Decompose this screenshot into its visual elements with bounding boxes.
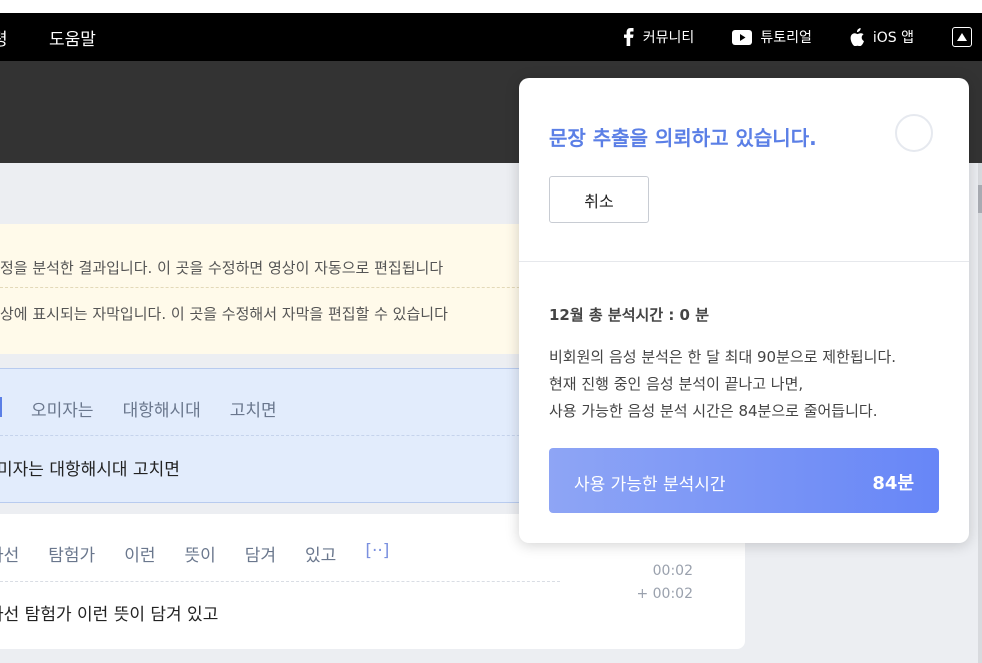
word-token[interactable]: 대항해시대 [123,396,201,421]
notice-subtitle-text: 상에 표시되는 자막입니다. 이 곳을 수정해서 자막을 편집할 수 있습니다 [0,305,448,323]
apple-icon [850,28,864,46]
nav-ios-link[interactable]: iOS 앱 [850,27,914,47]
word-token[interactable]: 있고 [305,541,336,566]
nav-community-link[interactable]: 커뮤니티 [623,27,695,47]
cancel-button[interactable]: 취소 [549,176,649,223]
cursor-marker [0,397,2,417]
youtube-icon [732,29,753,45]
nav-community-label: 커뮤니티 [642,30,695,46]
word-token[interactable]: 고치면 [230,396,277,421]
info-line: 사용 가능한 음성 분석 시간은 84분으로 줄어듭니다. [549,402,878,420]
nav-right-group: 커뮤니티 튜토리얼 iOS 앱 [623,13,982,61]
available-time-bar: 사용 가능한 분석시간 84분 [549,448,939,513]
notice-divider [0,287,560,288]
popup-divider [519,261,969,262]
subtitle-text[interactable]: 사선 탐험가 이런 뜻이 담겨 있고 [0,600,218,625]
word-token[interactable]: 사선 [0,541,19,566]
caret-up-icon [957,33,967,41]
word-token[interactable]: 탐험가 [48,541,95,566]
nav-tutorial-label: 튜토리얼 [760,30,812,46]
scroll-up-button[interactable] [952,27,972,47]
loading-spinner-icon [895,114,933,152]
scrollbar-thumb[interactable] [978,185,982,213]
word-token[interactable]: 뜻이 [184,541,215,566]
available-time-label: 사용 가능한 분석시간 [574,475,726,495]
segment-active[interactable]: 오미자는 대항해시대 고치면 미자는 대항해시대 고치면 [0,368,560,503]
nav-ios-label: iOS 앱 [872,30,914,46]
available-time-value: 84분 [872,473,914,494]
nav-item-cut[interactable]: 령 [0,13,8,61]
word-token[interactable]: 담겨 [245,541,276,566]
segment-divider [0,435,560,436]
scrollbar-track[interactable] [978,163,982,663]
top-nav-bar: 령 도움말 커뮤니티 튜토리얼 iOS 앱 [0,13,982,61]
subtitle-text[interactable]: 미자는 대항해시대 고치면 [0,455,180,480]
segment-start-time: 00:02 [652,563,693,579]
info-line: 현재 진행 중인 음성 분석이 끝나고 나면, [549,375,804,393]
word-token[interactable]: 이런 [124,541,155,566]
extraction-request-popup: 문장 추출을 의뢰하고 있습니다. 취소 12월 총 분석시간 : 0 분 비회… [519,78,969,543]
notice-analysis-text: 정을 분석한 결과입니다. 이 곳을 수정하면 영상이 자동으로 편집됩니다 [0,259,444,277]
more-words-button[interactable]: [··] [365,541,389,566]
facebook-icon [623,28,634,46]
monthly-usage-label: 12월 총 분석시간 : 0 분 [549,306,710,324]
info-line: 비회원의 음성 분석은 한 달 최대 90분으로 제한됩니다. [549,348,897,366]
popup-title: 문장 추출을 의뢰하고 있습니다. [549,126,817,150]
segment-divider [0,581,560,582]
word-token[interactable]: 오미자는 [31,396,94,421]
nav-item-help[interactable]: 도움말 [49,13,96,61]
segment-word-list: 사선 탐험가 이런 뜻이 담겨 있고 [··] [0,541,418,566]
segment-word-list: 오미자는 대항해시대 고치면 [31,396,306,421]
nav-tutorial-link[interactable]: 튜토리얼 [732,27,812,47]
segment-duration: + 00:02 [636,586,693,602]
usage-info-text: 비회원의 음성 분석은 한 달 최대 90분으로 제한됩니다. 현재 진행 중인… [549,344,896,425]
edit-notice-box: 정을 분석한 결과입니다. 이 곳을 수정하면 영상이 자동으로 편집됩니다 상… [0,224,560,354]
